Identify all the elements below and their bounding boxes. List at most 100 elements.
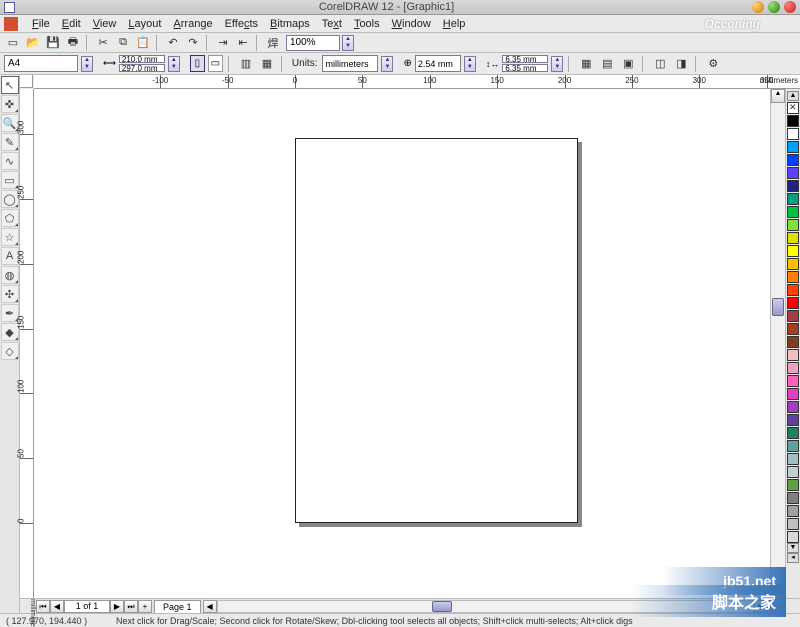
color-swatch[interactable] bbox=[787, 193, 799, 205]
color-swatch[interactable] bbox=[787, 349, 799, 361]
zoom-combo[interactable]: 100% bbox=[286, 35, 340, 51]
drawing-canvas[interactable] bbox=[34, 89, 770, 598]
color-swatch[interactable] bbox=[787, 115, 799, 127]
shape-tool[interactable]: ✜ bbox=[1, 95, 19, 113]
nudge-field[interactable]: 2.54 mm bbox=[415, 55, 461, 72]
menu-bitmaps[interactable]: Bitmaps bbox=[264, 18, 316, 30]
color-swatch[interactable] bbox=[787, 206, 799, 218]
color-swatch[interactable] bbox=[787, 479, 799, 491]
units-combo[interactable]: millimeters bbox=[322, 55, 378, 72]
add-page-button[interactable]: + bbox=[138, 600, 152, 613]
color-swatch[interactable] bbox=[787, 180, 799, 192]
freehand-tool[interactable]: ✎ bbox=[1, 133, 19, 151]
palette-scroll-up[interactable]: ▲ bbox=[787, 91, 799, 101]
duplicate-y-field[interactable]: 6.35 mm bbox=[502, 64, 548, 72]
pages-diff-button[interactable]: ▦ bbox=[258, 55, 276, 72]
scroll-thumb[interactable] bbox=[772, 298, 784, 316]
pages-same-button[interactable]: ▥ bbox=[237, 55, 255, 72]
print-button[interactable]: 🖶 bbox=[64, 34, 82, 51]
color-swatch[interactable] bbox=[787, 414, 799, 426]
dim-spinner[interactable]: ▲▼ bbox=[168, 56, 180, 72]
import-button[interactable]: ⇥ bbox=[214, 34, 232, 51]
menu-tools[interactable]: Tools bbox=[348, 18, 386, 30]
prev-page-button[interactable]: ◀ bbox=[50, 600, 64, 613]
menu-layout[interactable]: Layout bbox=[122, 18, 167, 30]
copy-button[interactable]: ⧉ bbox=[114, 34, 132, 51]
dynamic-guides-button[interactable]: ◫ bbox=[651, 55, 669, 72]
ruler-vertical[interactable]: 300250200150100500 bbox=[20, 89, 34, 598]
menu-help[interactable]: Help bbox=[437, 18, 472, 30]
color-swatch[interactable] bbox=[787, 505, 799, 517]
ruler-horizontal[interactable]: -100-50050100150200250300350millimeters bbox=[34, 75, 800, 89]
vertical-scrollbar[interactable]: ▲ ▼ bbox=[770, 89, 785, 598]
portrait-button[interactable]: ▯ bbox=[190, 55, 205, 72]
color-swatch[interactable] bbox=[787, 375, 799, 387]
color-swatch[interactable] bbox=[787, 453, 799, 465]
paste-button[interactable]: 📋 bbox=[134, 34, 152, 51]
app-icon[interactable] bbox=[4, 17, 18, 31]
menu-effects[interactable]: Effects bbox=[219, 18, 264, 30]
maximize-button[interactable] bbox=[768, 1, 780, 13]
menu-edit[interactable]: Edit bbox=[56, 18, 87, 30]
menu-text[interactable]: Text bbox=[316, 18, 348, 30]
scroll-track[interactable] bbox=[771, 103, 785, 584]
menu-arrange[interactable]: Arrange bbox=[167, 18, 218, 30]
color-swatch[interactable] bbox=[787, 440, 799, 452]
nudge-spinner[interactable]: ▲▼ bbox=[464, 56, 476, 72]
color-swatch[interactable] bbox=[787, 310, 799, 322]
color-swatch[interactable] bbox=[787, 492, 799, 504]
color-swatch[interactable] bbox=[787, 466, 799, 478]
units-spinner[interactable]: ▲▼ bbox=[381, 56, 393, 72]
color-swatch[interactable] bbox=[787, 141, 799, 153]
last-page-button[interactable]: ⏭ bbox=[124, 600, 138, 613]
scroll-left-button[interactable]: ◀ bbox=[203, 600, 217, 613]
menu-file[interactable]: File bbox=[26, 18, 56, 30]
polygon-tool[interactable]: ⬠ bbox=[1, 209, 19, 227]
export-button[interactable]: ⇤ bbox=[234, 34, 252, 51]
paper-size-combo[interactable]: A4 bbox=[4, 55, 78, 72]
color-swatch[interactable] bbox=[787, 232, 799, 244]
color-swatch[interactable] bbox=[787, 427, 799, 439]
snap-guide-button[interactable]: ▤ bbox=[598, 55, 616, 72]
color-swatch[interactable] bbox=[787, 531, 799, 543]
color-swatch[interactable] bbox=[787, 245, 799, 257]
color-swatch[interactable] bbox=[787, 271, 799, 283]
scroll-thumb-h[interactable] bbox=[432, 601, 452, 612]
duplicate-x-field[interactable]: 6.35 mm bbox=[502, 55, 548, 63]
eyedropper-tool[interactable]: ✣ bbox=[1, 285, 19, 303]
save-button[interactable]: 💾 bbox=[44, 34, 62, 51]
menu-view[interactable]: View bbox=[87, 18, 123, 30]
color-swatch[interactable] bbox=[787, 258, 799, 270]
color-swatch[interactable] bbox=[787, 518, 799, 530]
new-button[interactable]: ▭ bbox=[4, 34, 22, 51]
color-swatch[interactable] bbox=[787, 401, 799, 413]
duplicate-spinner[interactable]: ▲▼ bbox=[551, 56, 563, 72]
color-swatch[interactable] bbox=[787, 297, 799, 309]
basic-shapes-tool[interactable]: ☆ bbox=[1, 228, 19, 246]
interactive-fill-tool[interactable]: ◇ bbox=[1, 342, 19, 360]
interactive-blend-tool[interactable]: ◍ bbox=[1, 266, 19, 284]
ruler-origin[interactable] bbox=[20, 75, 33, 88]
treat-as-filled-button[interactable]: ◨ bbox=[672, 55, 690, 72]
close-button[interactable] bbox=[784, 1, 796, 13]
color-swatch[interactable] bbox=[787, 323, 799, 335]
menu-window[interactable]: Window bbox=[386, 18, 437, 30]
scroll-up-button[interactable]: ▲ bbox=[771, 89, 785, 103]
minimize-button[interactable] bbox=[752, 1, 764, 13]
color-swatch[interactable] bbox=[787, 362, 799, 374]
zoom-spinner[interactable]: ▲▼ bbox=[342, 35, 354, 51]
pick-tool[interactable]: ↖ bbox=[1, 76, 19, 94]
first-page-button[interactable]: ⏮ bbox=[36, 600, 50, 613]
color-swatch[interactable] bbox=[787, 128, 799, 140]
app-launcher-button[interactable]: 焊 bbox=[264, 34, 282, 51]
page-tab[interactable]: Page 1 bbox=[154, 600, 201, 613]
smart-draw-tool[interactable]: ∿ bbox=[1, 152, 19, 170]
color-swatch[interactable] bbox=[787, 284, 799, 296]
redo-button[interactable]: ↷ bbox=[184, 34, 202, 51]
paper-spinner[interactable]: ▲▼ bbox=[81, 56, 93, 72]
palette-scroll-down[interactable]: ▼ bbox=[787, 543, 799, 553]
color-swatch[interactable] bbox=[787, 219, 799, 231]
next-page-button[interactable]: ▶ bbox=[110, 600, 124, 613]
snap-object-button[interactable]: ▣ bbox=[619, 55, 637, 72]
page-height-field[interactable]: 297.0 mm bbox=[119, 64, 165, 72]
